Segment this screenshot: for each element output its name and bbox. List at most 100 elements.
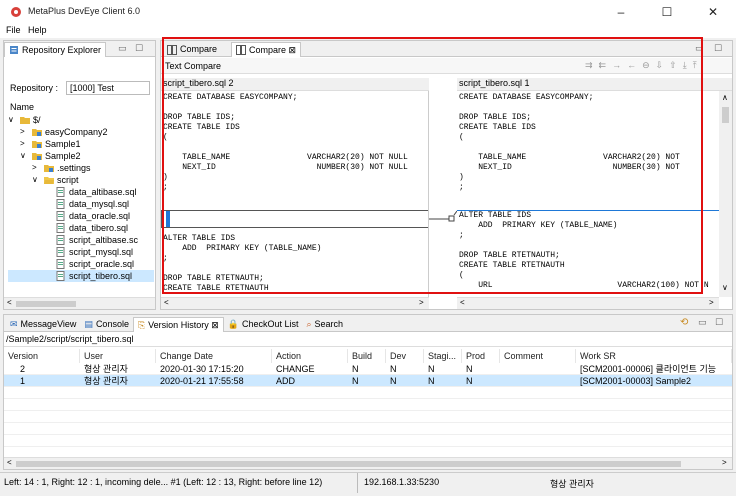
tree-item[interactable]: script_altibase.sc — [8, 234, 154, 246]
scroll-left-icon[interactable]: < — [7, 458, 12, 467]
table-cell — [4, 435, 80, 446]
table-cell — [424, 435, 462, 446]
bottom-tab[interactable]: ▤ Console — [80, 317, 133, 332]
tree-item[interactable]: script_mysql.sql — [8, 246, 154, 258]
table-cell — [272, 423, 348, 434]
bottom-tab[interactable]: ⎘ Version History ⊠ — [132, 317, 224, 332]
table-cell — [462, 399, 500, 410]
table-cell — [386, 435, 424, 446]
table-cell: N — [428, 364, 435, 374]
table-cell — [80, 423, 156, 434]
refresh-icon[interactable]: ⟲ — [680, 317, 688, 328]
table-cell — [348, 411, 386, 422]
window-title: MetaPlus DevEye Client 6.0 — [28, 6, 141, 16]
minimize-view-icon[interactable]: ▭ — [118, 43, 127, 54]
scroll-left-icon[interactable]: < — [7, 298, 12, 307]
expand-toggle-icon[interactable]: ∨ — [8, 114, 17, 126]
table-row[interactable] — [4, 387, 732, 399]
table-cell — [424, 399, 462, 410]
bottom-tab[interactable]: 🔒 CheckOut List — [224, 317, 303, 332]
tree-item-label: data_altibase.sql — [69, 187, 137, 197]
table-cell — [424, 387, 462, 398]
column-header[interactable]: Change Date — [156, 349, 272, 363]
scroll-thumb[interactable] — [722, 107, 729, 123]
column-header[interactable]: Comment — [500, 349, 576, 363]
table-horizontal-scrollbar[interactable]: < > — [4, 457, 732, 469]
tree-item[interactable]: data_oracle.sql — [8, 210, 154, 222]
column-header[interactable]: Dev — [386, 349, 424, 363]
tree-item[interactable]: > Sample1 — [8, 138, 154, 150]
table-cell — [272, 399, 348, 410]
maximize-view-icon[interactable]: ☐ — [135, 43, 143, 54]
scroll-left-icon[interactable]: < — [460, 298, 465, 307]
expand-toggle-icon[interactable]: ∨ — [32, 174, 41, 186]
column-header[interactable]: Version — [4, 349, 80, 363]
tab-label: CheckOut List — [241, 319, 299, 329]
menu-file[interactable]: File — [6, 25, 21, 35]
tree-item[interactable]: data_altibase.sql — [8, 186, 154, 198]
column-header[interactable]: Build — [348, 349, 386, 363]
tree-item-label: script — [57, 175, 79, 185]
column-header[interactable]: Prod — [462, 349, 500, 363]
tree-item[interactable]: > easyCompany2 — [8, 126, 154, 138]
sql-file-icon — [56, 235, 65, 245]
maximize-view-icon[interactable]: ☐ — [714, 43, 722, 54]
table-row[interactable]: 1 형상 관리자 2020-01-21 17:55:58 ADD N N N N [SCM200… — [4, 375, 732, 387]
tree-item[interactable]: script_oracle.sql — [8, 258, 154, 270]
scroll-right-icon[interactable]: > — [419, 298, 424, 307]
scroll-right-icon[interactable]: > — [709, 298, 714, 307]
tree-item[interactable]: ∨ $/ — [8, 114, 154, 126]
table-row[interactable] — [4, 399, 732, 411]
vertical-scrollbar[interactable]: ∧ ∨ — [719, 91, 732, 297]
repository-select[interactable]: [1000] Test — [66, 81, 150, 95]
table-cell — [4, 411, 80, 422]
scroll-down-icon[interactable]: ∨ — [722, 283, 728, 292]
project-folder-icon — [32, 153, 42, 160]
column-header[interactable]: Stagi... — [424, 349, 462, 363]
column-header[interactable]: User — [80, 349, 156, 363]
column-header[interactable]: Action — [272, 349, 348, 363]
table-cell — [424, 423, 462, 434]
menu-help[interactable]: Help — [28, 25, 47, 35]
scroll-right-icon[interactable]: > — [722, 458, 727, 467]
tree-item[interactable]: ∨ script — [8, 174, 154, 186]
column-header[interactable]: Work SR — [576, 349, 732, 363]
sql-file-icon — [56, 259, 65, 269]
expand-toggle-icon[interactable]: > — [20, 126, 29, 138]
scroll-up-icon[interactable]: ∧ — [722, 93, 728, 102]
minimize-view-icon[interactable]: ▭ — [698, 317, 707, 328]
expand-toggle-icon[interactable]: ∨ — [20, 150, 29, 162]
bottom-tab[interactable]: ✉ MessageView — [6, 317, 80, 332]
expand-toggle-icon[interactable]: > — [20, 138, 29, 150]
scroll-left-icon[interactable]: < — [164, 298, 169, 307]
expand-toggle-icon[interactable]: > — [32, 162, 41, 174]
scroll-thumb[interactable] — [16, 461, 681, 467]
highlight-frame — [162, 37, 703, 294]
close-button[interactable]: ✕ — [690, 0, 736, 24]
table-cell: ADD — [276, 376, 296, 386]
project-folder-icon — [32, 129, 42, 136]
table-row[interactable] — [4, 423, 732, 435]
minimize-button[interactable]: – — [598, 0, 644, 24]
table-row[interactable] — [4, 411, 732, 423]
table-row[interactable]: 2 형상 관리자 2020-01-30 17:15:20 CHANGE N N N N [SCM… — [4, 363, 732, 375]
right-horizontal-scrollbar[interactable]: < > — [457, 297, 719, 309]
tree-item[interactable]: script_tibero.sql — [8, 270, 154, 282]
left-horizontal-scrollbar[interactable]: < > — [161, 297, 429, 309]
horizontal-scrollbar[interactable]: < — [4, 297, 155, 309]
tree-item[interactable]: ∨ Sample2 — [8, 150, 154, 162]
maximize-view-icon[interactable]: ☐ — [715, 317, 723, 328]
tab-repository-explorer[interactable]: Repository Explorer — [4, 42, 107, 57]
scroll-thumb[interactable] — [16, 301, 76, 307]
tree-item[interactable]: > .settings — [8, 162, 154, 174]
tree-item[interactable]: data_mysql.sql — [8, 198, 154, 210]
tree-item-label: easyCompany2 — [45, 127, 108, 137]
tree-item[interactable]: data_tibero.sql — [8, 222, 154, 234]
tree-item-label: script_mysql.sql — [69, 247, 134, 257]
sql-file-icon — [56, 223, 65, 233]
table-header-row: Version User Change Date Action Build Dev Stag… — [4, 349, 732, 363]
bottom-tab[interactable]: ⌕ Search — [303, 317, 348, 332]
table-cell: 형상 관리자 — [84, 376, 128, 386]
table-row[interactable] — [4, 435, 732, 447]
maximize-button[interactable]: ☐ — [644, 0, 690, 24]
